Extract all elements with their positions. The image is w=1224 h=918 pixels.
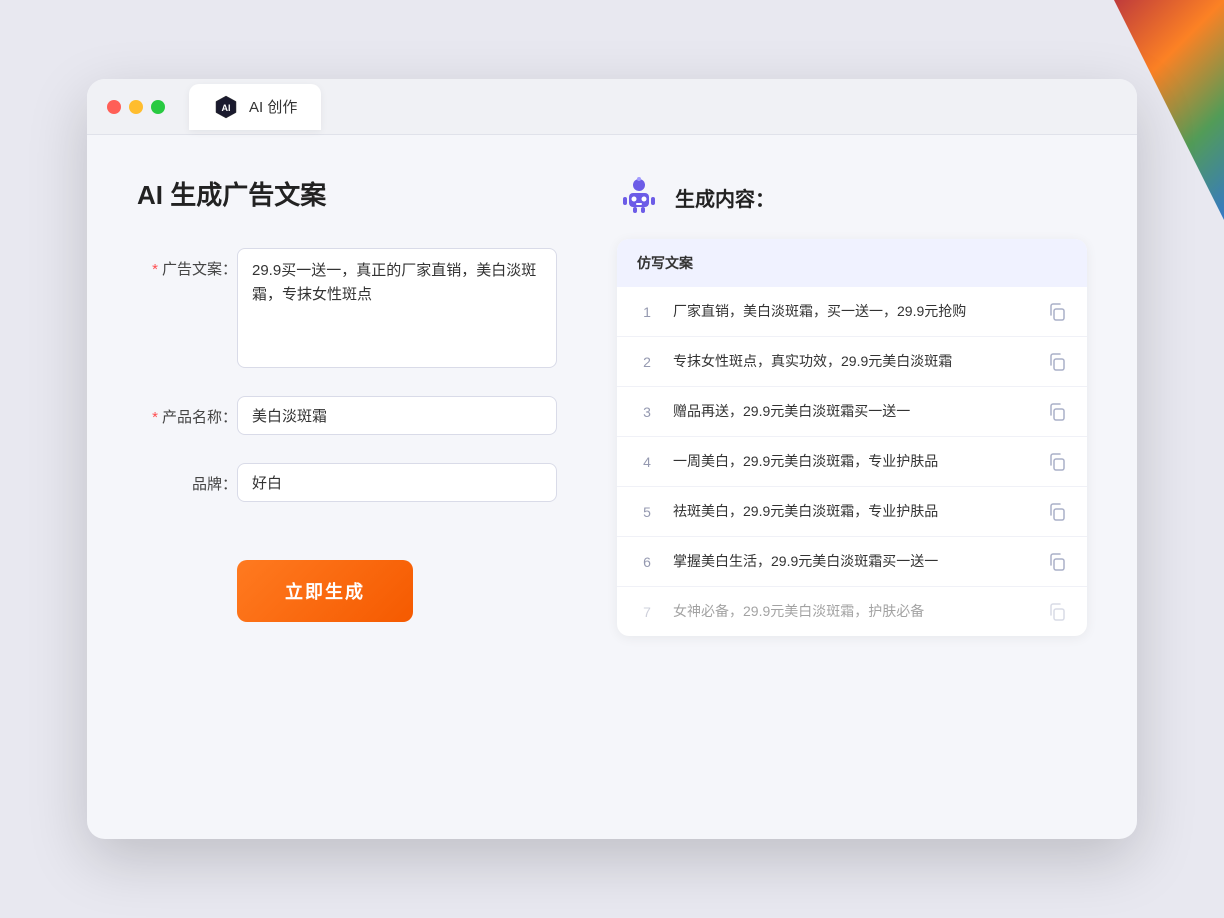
- table-row: 7 女神必备，29.9元美白淡斑霜，护肤必备: [617, 587, 1087, 636]
- titlebar: AI AI 创作: [87, 79, 1137, 135]
- row-text: 女神必备，29.9元美白淡斑霜，护肤必备: [673, 601, 1031, 622]
- tab-ai-creation[interactable]: AI AI 创作: [189, 84, 321, 130]
- row-text: 厂家直销，美白淡斑霜，买一送一，29.9元抢购: [673, 301, 1031, 322]
- row-number: 4: [637, 454, 657, 470]
- product-input[interactable]: 美白淡斑霜: [237, 396, 557, 435]
- result-title: 生成内容：: [675, 183, 775, 212]
- copy-icon[interactable]: [1047, 602, 1067, 622]
- form-group-brand: 品牌： 好白: [137, 463, 557, 502]
- row-number: 3: [637, 404, 657, 420]
- row-text: 专抹女性斑点，真实功效，29.9元美白淡斑霜: [673, 351, 1031, 372]
- table-row: 6 掌握美白生活，29.9元美白淡斑霜买一送一: [617, 537, 1087, 587]
- result-header: 生成内容：: [617, 175, 1087, 219]
- tab-label: AI 创作: [249, 96, 297, 117]
- copy-icon[interactable]: [1047, 452, 1067, 472]
- copy-icon[interactable]: [1047, 402, 1067, 422]
- app-window: AI AI 创作 AI 生成广告文案 *广告文案： 29.9买一送一，真正的厂家…: [87, 79, 1137, 839]
- svg-text:AI: AI: [222, 103, 231, 113]
- required-star-ad: *: [152, 261, 158, 278]
- row-text: 赠品再送，29.9元美白淡斑霜买一送一: [673, 401, 1031, 422]
- table-row: 3 赠品再送，29.9元美白淡斑霜买一送一: [617, 387, 1087, 437]
- row-text: 祛斑美白，29.9元美白淡斑霜，专业护肤品: [673, 501, 1031, 522]
- close-button[interactable]: [107, 100, 121, 114]
- table-row: 4 一周美白，29.9元美白淡斑霜，专业护肤品: [617, 437, 1087, 487]
- row-number: 2: [637, 354, 657, 370]
- right-panel: 生成内容： 仿写文案 1 厂家直销，美白淡斑霜，买一送一，29.9元抢购 2 专…: [617, 175, 1087, 799]
- main-content: AI 生成广告文案 *广告文案： 29.9买一送一，真正的厂家直销，美白淡斑霜，…: [87, 135, 1137, 839]
- table-header: 仿写文案: [617, 239, 1087, 287]
- row-number: 1: [637, 304, 657, 320]
- copy-icon[interactable]: [1047, 352, 1067, 372]
- row-text: 一周美白，29.9元美白淡斑霜，专业护肤品: [673, 451, 1031, 472]
- tab-area: AI AI 创作: [189, 84, 321, 130]
- row-number: 6: [637, 554, 657, 570]
- brand-input[interactable]: 好白: [237, 463, 557, 502]
- minimize-button[interactable]: [129, 100, 143, 114]
- brand-label: 品牌：: [137, 463, 237, 494]
- row-number: 7: [637, 604, 657, 620]
- copy-icon[interactable]: [1047, 502, 1067, 522]
- table-row: 1 厂家直销，美白淡斑霜，买一送一，29.9元抢购: [617, 287, 1087, 337]
- form-group-ad-copy: *广告文案： 29.9买一送一，真正的厂家直销，美白淡斑霜，专抹女性斑点: [137, 248, 557, 368]
- page-title: AI 生成广告文案: [137, 175, 557, 212]
- row-text: 掌握美白生活，29.9元美白淡斑霜买一送一: [673, 551, 1031, 572]
- ad-copy-input[interactable]: 29.9买一送一，真正的厂家直销，美白淡斑霜，专抹女性斑点: [237, 248, 557, 368]
- traffic-lights: [107, 100, 165, 114]
- generate-button[interactable]: 立即生成: [237, 560, 413, 622]
- form-group-product: *产品名称： 美白淡斑霜: [137, 396, 557, 435]
- product-label: *产品名称：: [137, 396, 237, 427]
- required-star-product: *: [152, 409, 158, 426]
- copy-icon[interactable]: [1047, 302, 1067, 322]
- table-body: 1 厂家直销，美白淡斑霜，买一送一，29.9元抢购 2 专抹女性斑点，真实功效，…: [617, 287, 1087, 636]
- robot-icon: [617, 175, 661, 219]
- left-panel: AI 生成广告文案 *广告文案： 29.9买一送一，真正的厂家直销，美白淡斑霜，…: [137, 175, 557, 799]
- maximize-button[interactable]: [151, 100, 165, 114]
- ad-copy-label: *广告文案：: [137, 248, 237, 279]
- result-table: 仿写文案 1 厂家直销，美白淡斑霜，买一送一，29.9元抢购 2 专抹女性斑点，…: [617, 239, 1087, 636]
- ai-icon: AI: [213, 94, 239, 120]
- row-number: 5: [637, 504, 657, 520]
- copy-icon[interactable]: [1047, 552, 1067, 572]
- table-row: 5 祛斑美白，29.9元美白淡斑霜，专业护肤品: [617, 487, 1087, 537]
- table-row: 2 专抹女性斑点，真实功效，29.9元美白淡斑霜: [617, 337, 1087, 387]
